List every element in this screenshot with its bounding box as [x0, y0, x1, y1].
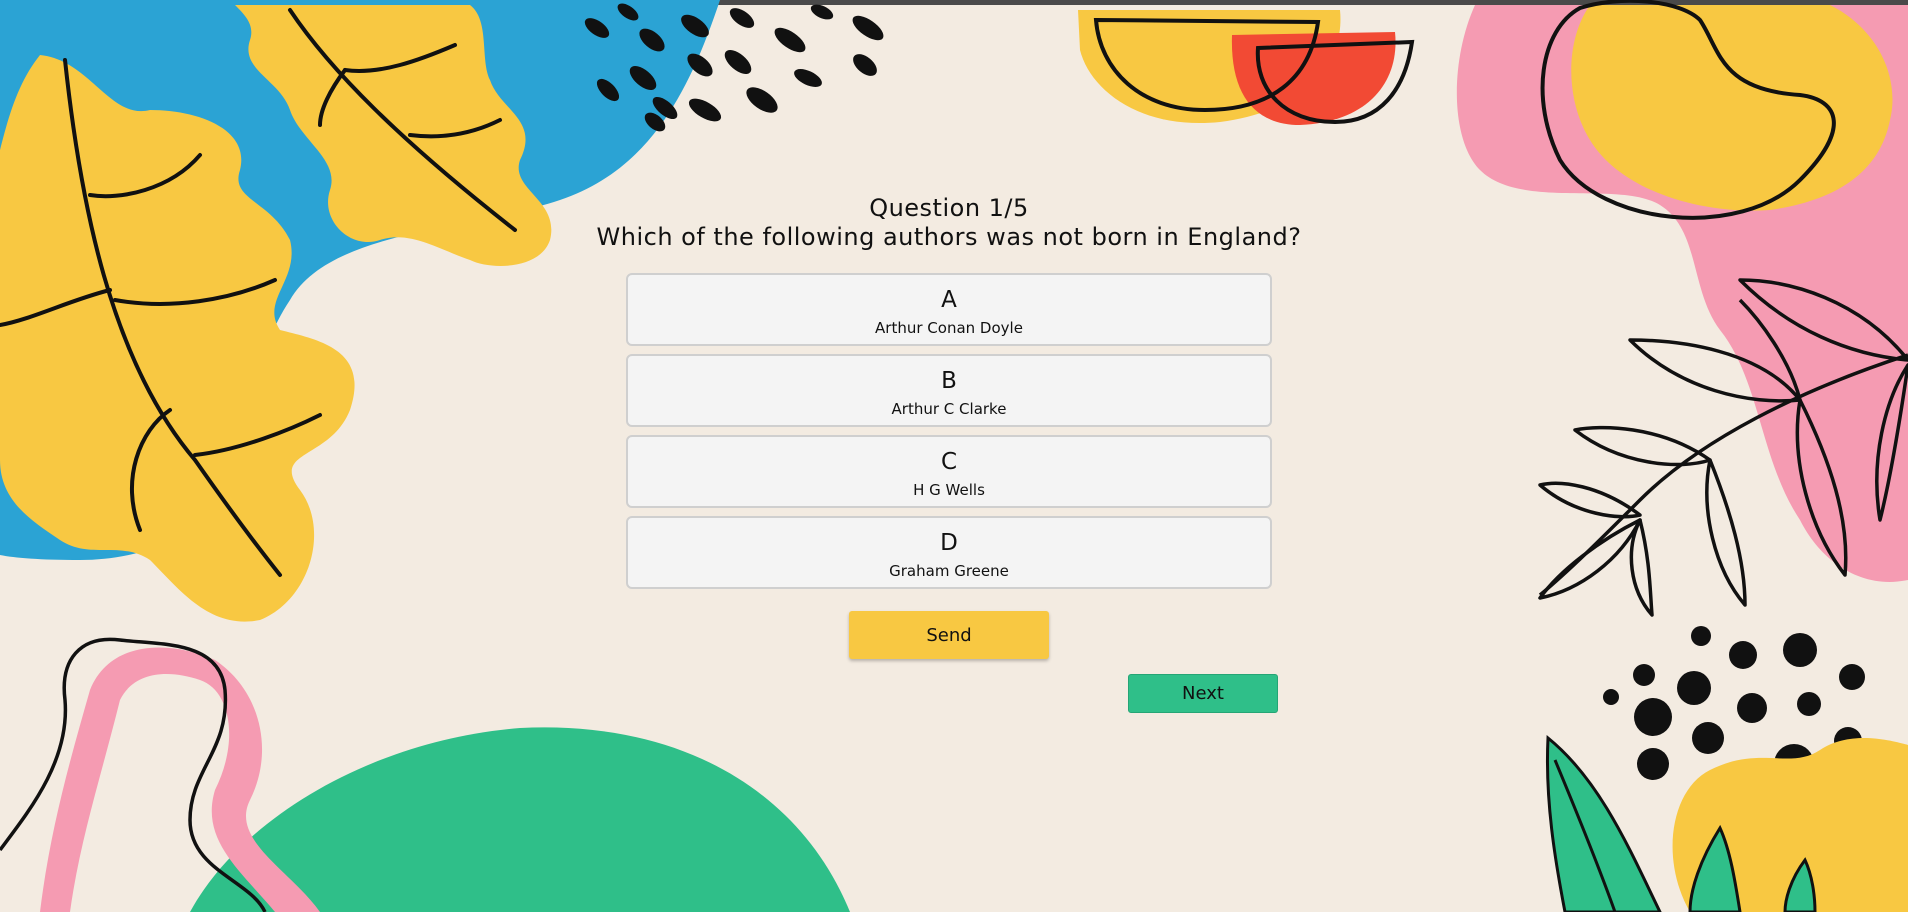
option-letter: A: [941, 287, 957, 313]
option-c[interactable]: C H G Wells: [626, 435, 1272, 508]
question-number: Question 1/5: [869, 194, 1029, 222]
question-text: Which of the following authors was not b…: [596, 223, 1302, 251]
option-letter: C: [940, 449, 958, 475]
option-text: Arthur C Clarke: [891, 400, 1007, 418]
next-button[interactable]: Next: [1128, 674, 1278, 713]
option-letter: B: [941, 368, 957, 394]
option-d[interactable]: D Graham Greene: [626, 516, 1272, 589]
option-text: Graham Greene: [889, 562, 1009, 580]
option-text: Arthur Conan Doyle: [875, 319, 1023, 337]
send-button[interactable]: Send: [849, 611, 1049, 659]
option-letter: D: [940, 530, 958, 556]
quiz-card: Question 1/5 Which of the following auth…: [0, 0, 1908, 912]
option-a[interactable]: A Arthur Conan Doyle: [626, 273, 1272, 346]
option-b[interactable]: B Arthur C Clarke: [626, 354, 1272, 427]
option-text: H G Wells: [913, 481, 985, 499]
